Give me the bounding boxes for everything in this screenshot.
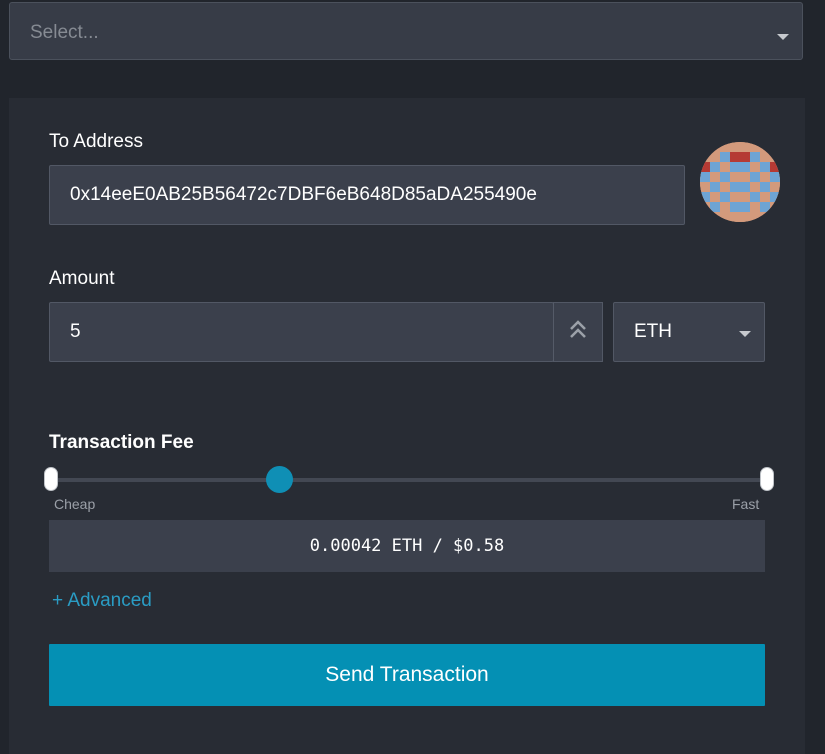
advanced-link[interactable]: + Advanced [52, 590, 152, 612]
to-address-value: 0x14eeE0AB25B56472c7DBF6eB648D85aDA25549… [70, 184, 537, 205]
fee-slider-max-endpoint [760, 467, 774, 491]
amount-value: 5 [70, 321, 81, 342]
chevron-down-icon [739, 331, 751, 337]
transaction-fee-label: Transaction Fee [49, 432, 194, 453]
fee-display: 0.00042 ETH / $0.58 [49, 520, 765, 572]
fee-value: 0.00042 ETH / $0.58 [309, 536, 505, 556]
to-address-input[interactable]: 0x14eeE0AB25B56472c7DBF6eB648D85aDA25549… [49, 165, 685, 225]
chevron-down-icon [777, 34, 789, 40]
fee-slider-max-label: Fast [732, 496, 760, 512]
currency-value: ETH [634, 321, 672, 342]
amount-label: Amount [49, 268, 115, 289]
to-address-label: To Address [49, 131, 143, 152]
currency-select[interactable]: ETH [613, 302, 765, 362]
send-transaction-button[interactable]: Send Transaction [49, 644, 765, 706]
amount-input[interactable]: 5 [49, 302, 554, 362]
max-amount-button[interactable] [553, 302, 603, 362]
identicon-avatar [700, 142, 780, 222]
fee-slider-min-endpoint [44, 467, 58, 491]
double-chevron-up-icon [570, 320, 586, 338]
select-placeholder: Select... [30, 22, 99, 43]
fee-slider-min-label: Cheap [54, 496, 96, 512]
fee-slider-thumb[interactable] [266, 466, 293, 493]
token-select-dropdown[interactable]: Select... [9, 2, 803, 60]
fee-slider-track[interactable] [51, 478, 767, 482]
